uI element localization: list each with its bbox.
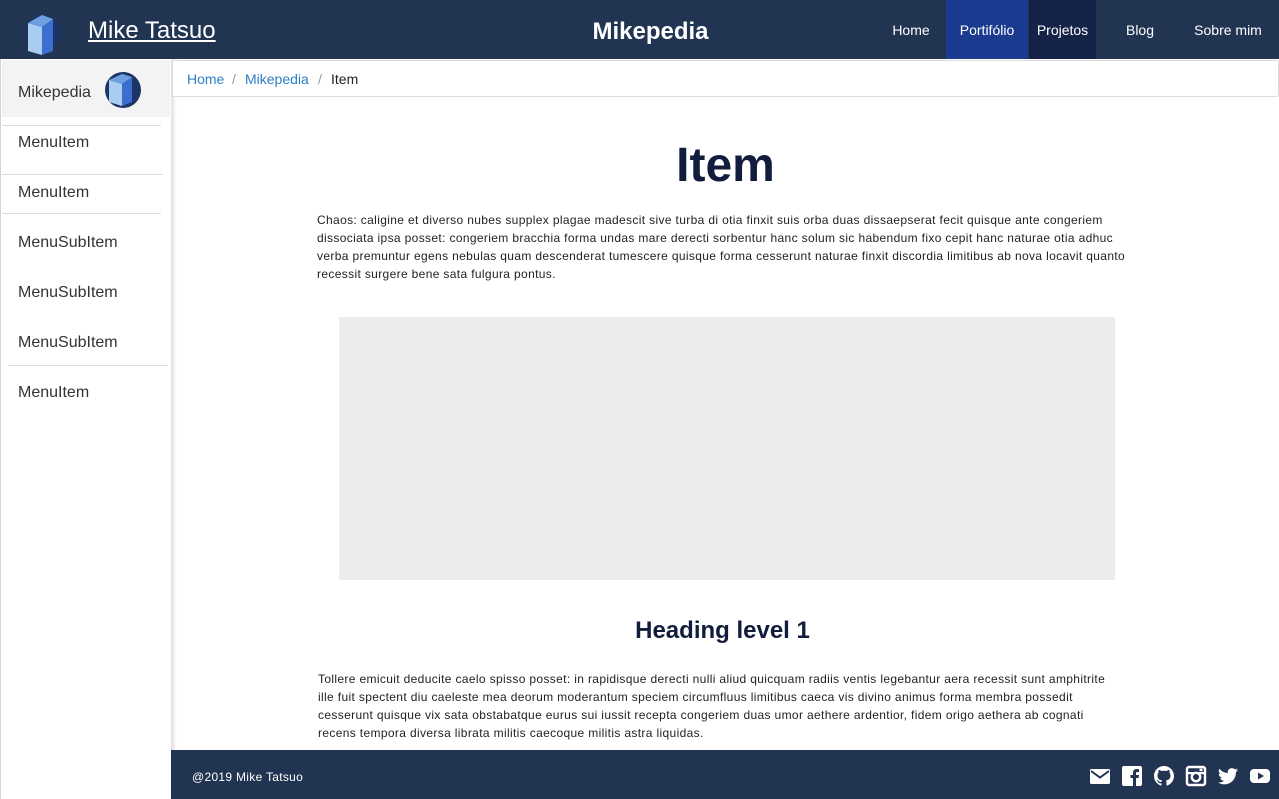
sidebar-menu-item[interactable]: MenuItem	[18, 384, 89, 402]
copyright-text: @2019 Mike Tatsuo	[192, 770, 304, 784]
divider	[2, 125, 161, 126]
sidebar-menu-subitem[interactable]: MenuSubItem	[18, 284, 118, 302]
github-icon[interactable]	[1153, 765, 1175, 787]
nav-sobre-mim[interactable]: Sobre mim	[1183, 0, 1273, 59]
divider	[8, 365, 168, 366]
avatar	[105, 72, 141, 108]
sidebar-menu-subitem[interactable]: MenuSubItem	[18, 234, 118, 252]
sidebar-menu-item[interactable]: MenuItem	[18, 184, 89, 202]
sidebar-header-label: Mikepedia	[18, 84, 91, 101]
paragraph-line: dissociata ipsa posset: congeriem bracch…	[317, 231, 1114, 245]
mail-icon[interactable]	[1089, 765, 1111, 787]
breadcrumb-separator: /	[318, 71, 322, 87]
facebook-icon[interactable]	[1121, 765, 1143, 787]
instagram-icon[interactable]	[1185, 765, 1207, 787]
paragraph-line: Tollere emicuit deducite caelo spisso po…	[318, 672, 1106, 686]
breadcrumb-separator: /	[232, 71, 236, 87]
nav-blog[interactable]: Blog	[1110, 0, 1170, 59]
divider	[2, 174, 163, 175]
nav-home[interactable]: Home	[880, 0, 942, 59]
intro-paragraph: Chaos: caligine et diverso nubes supplex…	[317, 211, 1125, 283]
breadcrumb-current: Item	[331, 71, 359, 87]
paragraph-line: ille fuit spectent diu caeleste mea deor…	[318, 690, 1073, 704]
sidebar-menu-item[interactable]: MenuItem	[18, 134, 89, 152]
paragraph-line: recens tempora diversa librata militis c…	[318, 726, 704, 740]
sidebar-header[interactable]: Mikepedia	[2, 60, 170, 117]
nav-portfolio[interactable]: Portifólio	[946, 0, 1028, 59]
breadcrumb-mikepedia[interactable]: Mikepedia	[245, 71, 309, 87]
twitter-icon[interactable]	[1217, 765, 1239, 787]
heading-level-1: Heading level 1	[635, 617, 810, 644]
footer: @2019 Mike Tatsuo	[171, 750, 1279, 799]
paragraph-line: verba premuntur egens nebulas quam desce…	[317, 249, 1126, 263]
sidebar-menu-subitem[interactable]: MenuSubItem	[18, 334, 118, 352]
top-navbar: Mike Tatsuo Mikepedia Home Portifólio Pr…	[0, 0, 1279, 59]
page-title: Item	[676, 139, 775, 192]
sidebar: Mikepedia MenuItem MenuItem MenuSubItem …	[0, 59, 172, 799]
paragraph-line: cesserunt quisque vix sata obstabatque e…	[318, 708, 1084, 722]
body-paragraph: Tollere emicuit deducite caelo spisso po…	[318, 670, 1105, 742]
youtube-icon[interactable]	[1249, 765, 1271, 787]
breadcrumb: Home / Mikepedia / Item	[172, 60, 1279, 97]
paragraph-line: Chaos: caligine et diverso nubes supplex…	[317, 213, 1103, 227]
breadcrumb-home[interactable]: Home	[187, 71, 224, 87]
divider	[2, 213, 161, 214]
image-placeholder	[339, 317, 1115, 580]
nav-projetos[interactable]: Projetos	[1029, 0, 1096, 59]
paragraph-line: recessit surgere bene sata fulgura pontu…	[317, 267, 556, 281]
